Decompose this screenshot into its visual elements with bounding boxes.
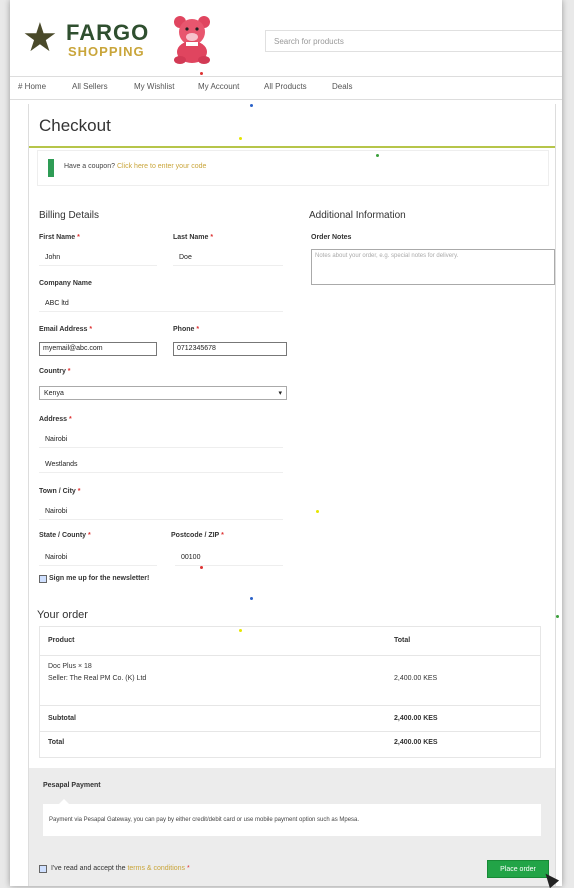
table-divider <box>40 731 540 732</box>
payment-description: Payment via Pesapal Gateway, you can pay… <box>43 804 541 836</box>
checkout-content: Checkout Have a coupon? Click here to en… <box>28 104 556 886</box>
decorative-dot <box>250 104 253 107</box>
col-total-header: Total <box>394 637 411 644</box>
decorative-dot <box>239 629 242 632</box>
payment-section: Pesapal Payment Payment via Pesapal Gate… <box>29 768 555 886</box>
last-name-field[interactable]: Doe <box>173 250 283 266</box>
order-heading: Your order <box>37 609 88 621</box>
total-label: Total <box>48 739 65 746</box>
coupon-notice: Have a coupon? Click here to enter your … <box>37 150 549 186</box>
phone-label: Phone * <box>173 326 200 333</box>
star-icon: ★ <box>22 16 58 60</box>
table-divider <box>40 655 540 656</box>
site-logo[interactable]: ★ FARGO SHOPPING <box>22 10 222 65</box>
first-name-field[interactable]: John <box>39 250 157 266</box>
payment-method-title[interactable]: Pesapal Payment <box>43 782 101 789</box>
browser-page: ★ FARGO SHOPPING Search for products # H… <box>10 0 562 888</box>
subtotal-label: Subtotal <box>48 715 76 722</box>
search-input[interactable]: Search for products <box>265 30 562 52</box>
town-field[interactable]: Nairobi <box>39 504 283 520</box>
item-seller: Seller: The Real PM Co. (K) Ltd <box>48 675 147 682</box>
email-field[interactable]: myemail@abc.com <box>39 342 157 356</box>
nav-item-all-sellers[interactable]: All Sellers <box>72 82 108 91</box>
coupon-text: Have a coupon? Click here to enter your … <box>64 163 206 170</box>
postcode-label: Postcode / ZIP * <box>171 532 224 539</box>
title-divider <box>29 146 555 148</box>
nav-item-all-products[interactable]: All Products <box>264 82 307 91</box>
newsletter-checkbox[interactable] <box>39 575 47 583</box>
nav-item-home[interactable]: # Home <box>18 82 46 91</box>
order-notes-label: Order Notes <box>311 234 352 241</box>
main-nav: # Home All Sellers My Wishlist My Accoun… <box>10 76 562 100</box>
company-label: Company Name <box>39 280 92 287</box>
address-label: Address * <box>39 416 72 423</box>
email-label: Email Address * <box>39 326 93 333</box>
decorative-dot <box>239 137 242 140</box>
nav-item-deals[interactable]: Deals <box>332 82 352 91</box>
state-label: State / County * <box>39 532 91 539</box>
item-total: 2,400.00 KES <box>394 675 438 682</box>
teddy-bear-icon <box>174 16 210 64</box>
phone-field[interactable]: 0712345678 <box>173 342 287 356</box>
page-title: Checkout <box>39 116 111 135</box>
order-table: Product Total Doc Plus × 18 Seller: The … <box>39 626 541 758</box>
chevron-down-icon: ▾ <box>278 390 282 397</box>
terms-checkbox[interactable] <box>39 865 47 873</box>
address-line-1-field[interactable]: Nairobi <box>39 432 283 448</box>
logo-text-fargo: FARGO <box>66 20 150 45</box>
decorative-dot <box>250 597 253 600</box>
country-value: Kenya <box>44 390 64 397</box>
address-line-2-field[interactable]: Westlands <box>39 457 283 473</box>
site-header: ★ FARGO SHOPPING Search for products <box>10 0 562 72</box>
terms-link[interactable]: terms & conditions <box>127 865 185 872</box>
decorative-dot <box>200 72 203 75</box>
first-name-label: First Name * <box>39 234 80 241</box>
additional-heading: Additional Information <box>309 210 406 221</box>
subtotal-value: 2,400.00 KES <box>394 715 438 722</box>
nav-item-my-account[interactable]: My Account <box>198 82 239 91</box>
billing-heading: Billing Details <box>39 210 100 221</box>
newsletter-label: Sign me up for the newsletter! <box>49 575 150 582</box>
country-label: Country * <box>39 368 71 375</box>
town-label: Town / City * <box>39 488 81 495</box>
decorative-dot <box>316 510 319 513</box>
terms-prefix: I've read and accept the <box>51 865 126 872</box>
state-field[interactable]: Nairobi <box>39 550 157 566</box>
nav-item-my-wishlist[interactable]: My Wishlist <box>134 82 174 91</box>
postcode-field[interactable]: 00100 <box>175 550 283 566</box>
total-value: 2,400.00 KES <box>394 739 438 746</box>
decorative-dot <box>200 566 203 569</box>
country-select[interactable]: Kenya ▾ <box>39 386 287 400</box>
order-notes-field[interactable]: Notes about your order, e.g. special not… <box>311 249 555 285</box>
item-name: Doc Plus × 18 <box>48 663 92 670</box>
company-field[interactable]: ABC ltd <box>39 296 283 312</box>
coupon-link[interactable]: Click here to enter your code <box>117 163 207 170</box>
coupon-accent-bar <box>48 159 54 177</box>
place-order-button[interactable]: Place order <box>487 860 549 878</box>
table-divider <box>40 705 540 706</box>
terms-text: I've read and accept the terms & conditi… <box>51 865 190 872</box>
decorative-dot <box>376 154 379 157</box>
terms-required-mark: * <box>187 865 190 872</box>
logo-text-shopping: SHOPPING <box>68 44 145 59</box>
decorative-dot <box>556 615 559 618</box>
last-name-label: Last Name * <box>173 234 214 241</box>
coupon-prompt: Have a coupon? <box>64 163 115 170</box>
col-product-header: Product <box>48 637 75 644</box>
